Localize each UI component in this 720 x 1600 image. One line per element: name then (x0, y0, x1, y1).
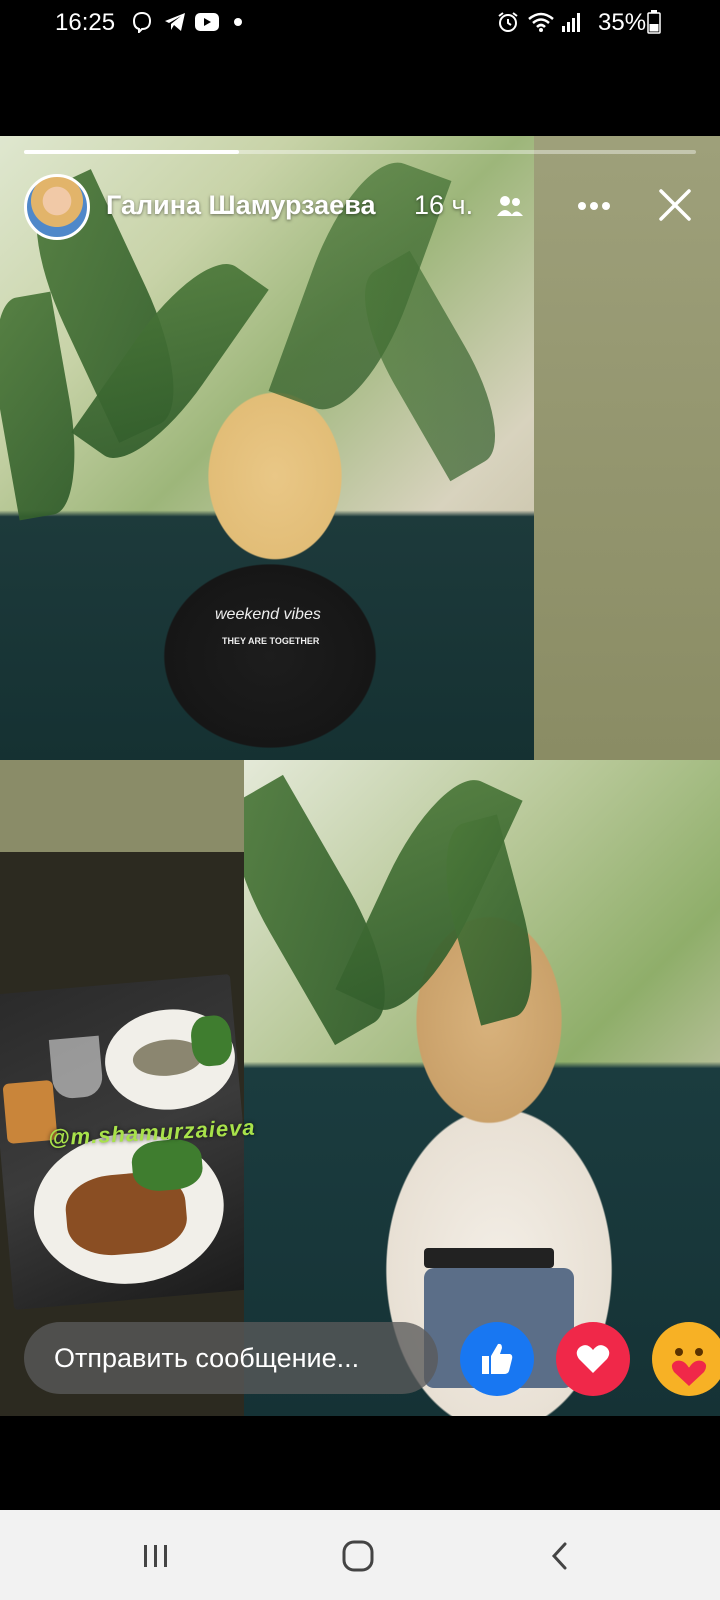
close-icon[interactable] (656, 186, 694, 224)
home-icon[interactable] (336, 1534, 380, 1578)
friends-icon (496, 194, 524, 218)
love-reaction-button[interactable] (556, 1322, 630, 1396)
viber-icon (130, 10, 154, 34)
story-progress-fill (24, 150, 240, 154)
more-options-icon[interactable] (574, 190, 614, 222)
sweatshirt-caption-text: THEY ARE TOGETHER (222, 636, 320, 646)
story-canvas[interactable]: weekend vibes THEY ARE TOGETHER (0, 136, 720, 1416)
recent-apps-icon[interactable] (134, 1534, 178, 1578)
story-time: 16 ч. (414, 190, 474, 220)
battery-percent: 35% (598, 9, 647, 36)
status-bar: 16:25 35% (0, 0, 720, 44)
story-photo-woman-white-top (244, 760, 720, 1416)
dot-icon (232, 10, 244, 34)
status-time: 16:25 (55, 9, 116, 36)
story-background-panel (534, 136, 720, 760)
author-name[interactable]: Галина Шамурзаева (106, 190, 375, 221)
alarm-icon (496, 10, 520, 34)
story-progress-bar (24, 150, 696, 154)
message-input-placeholder: Отправить сообщение... (54, 1343, 360, 1373)
telegram-icon (162, 10, 188, 34)
signal-icon (560, 10, 582, 34)
like-reaction-button[interactable] (460, 1322, 534, 1396)
system-nav-bar (0, 1510, 720, 1600)
message-input[interactable]: Отправить сообщение... (24, 1322, 438, 1394)
back-icon[interactable] (538, 1534, 582, 1578)
love-icon (576, 1345, 610, 1373)
care-reaction-button[interactable] (652, 1322, 720, 1396)
sweatshirt-script-text: weekend vibes (215, 606, 321, 623)
battery-icon (646, 10, 662, 34)
wifi-icon (526, 10, 556, 34)
like-icon (482, 1343, 513, 1374)
youtube-icon (194, 10, 220, 34)
care-icon (656, 1326, 720, 1392)
author-avatar[interactable] (24, 174, 90, 240)
